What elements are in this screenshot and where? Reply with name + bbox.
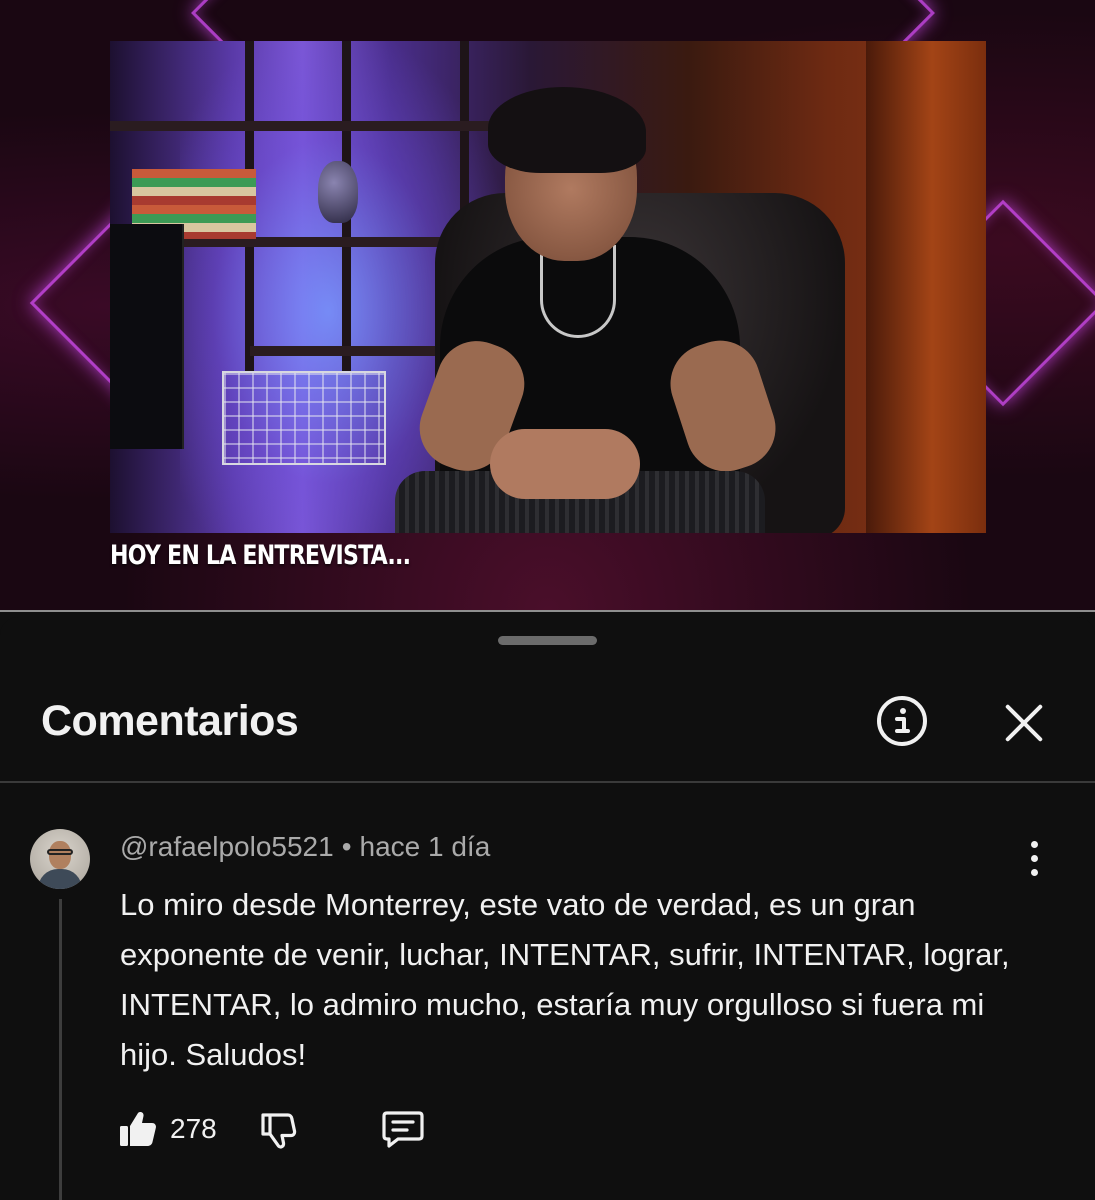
wood-panel	[866, 41, 986, 533]
comment-meta: @rafaelpolo5521 • hace 1 día	[120, 831, 490, 863]
avatar-body	[38, 869, 82, 889]
meta-separator: •	[341, 831, 352, 862]
video-progress-bar[interactable]	[0, 610, 1095, 612]
drag-handle[interactable]	[498, 636, 597, 645]
menu-dot	[1031, 855, 1038, 862]
vase	[318, 161, 358, 223]
video-frame	[110, 41, 986, 533]
comments-title: Comentarios	[41, 697, 299, 745]
avatar-face	[49, 841, 71, 869]
like-count: 278	[170, 1113, 217, 1144]
comment-time: hace 1 día	[359, 831, 491, 862]
reply-comment-icon[interactable]	[381, 1109, 425, 1149]
comment-text: Lo miro desde Monterrey, este vato de ve…	[120, 887, 1010, 1072]
shelf	[110, 121, 530, 131]
thumbs-down-icon[interactable]	[258, 1109, 300, 1151]
close-icon[interactable]	[1001, 700, 1047, 746]
menu-dot	[1031, 869, 1038, 876]
thumbs-up-icon[interactable]	[118, 1109, 158, 1149]
video-player[interactable]: HOY EN LA ENTREVISTA...	[0, 0, 1095, 612]
info-stem	[895, 717, 910, 733]
menu-dot	[1031, 841, 1038, 848]
info-icon[interactable]	[877, 696, 927, 746]
video-overlay-title: HOY EN LA ENTREVISTA...	[110, 540, 411, 571]
basket	[222, 371, 386, 465]
header-divider	[0, 781, 1095, 783]
avatar[interactable]	[30, 829, 90, 889]
person-hands	[490, 429, 640, 499]
more-vert-icon[interactable]	[1024, 839, 1044, 879]
person-hair	[488, 87, 646, 173]
tv	[110, 224, 184, 449]
thread-line	[59, 899, 62, 1200]
comment-author[interactable]: @rafaelpolo5521	[120, 831, 334, 862]
avatar-glasses	[47, 849, 73, 855]
comments-sheet: Comentarios @rafaelpolo5521 • hace 1 día L…	[0, 617, 1095, 1200]
